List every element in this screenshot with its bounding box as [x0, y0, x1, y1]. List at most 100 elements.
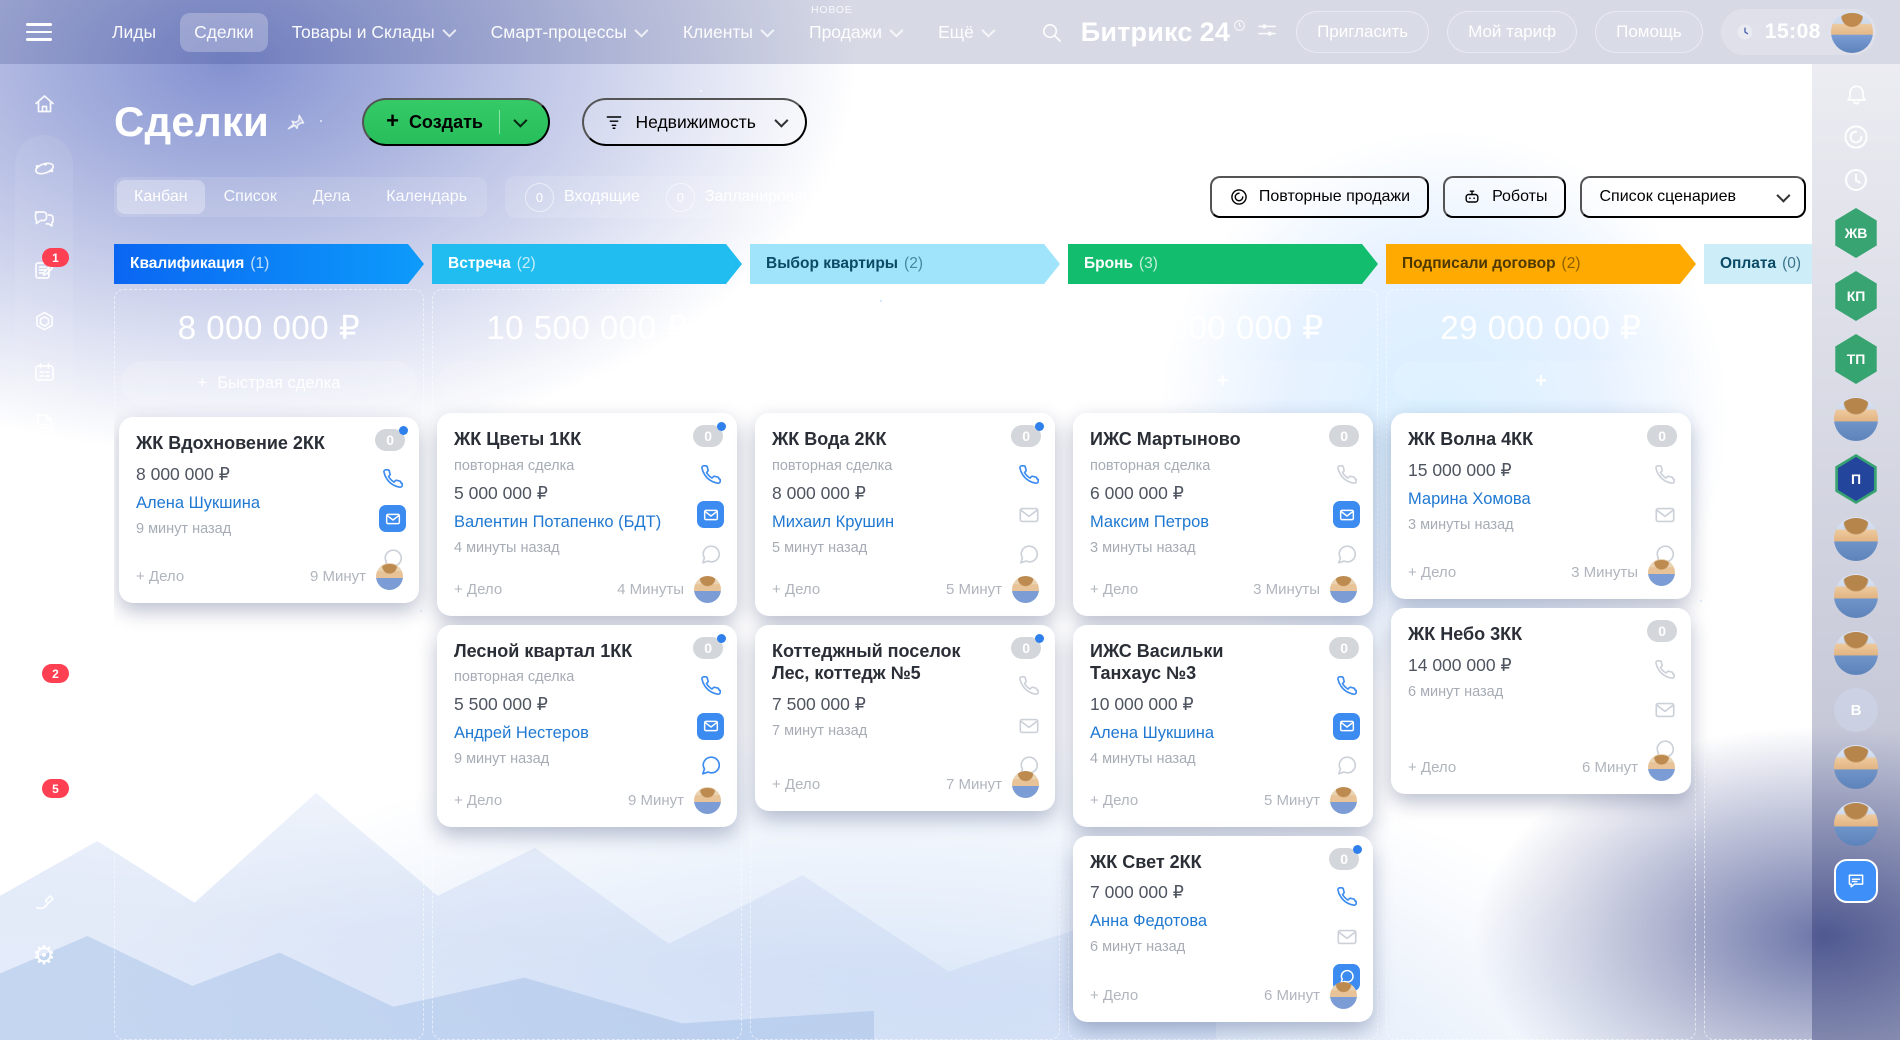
deal-contact-link[interactable]: Алена Шукшина: [136, 494, 363, 513]
deal-contact-link[interactable]: Алена Шукшина: [1090, 724, 1317, 743]
sidebar-item-sites[interactable]: [15, 296, 73, 347]
deal-title[interactable]: ЖК Волна 4КК: [1408, 428, 1635, 451]
nav-clients[interactable]: Клиенты: [669, 13, 785, 52]
pin-icon[interactable]: [283, 109, 309, 135]
search-icon[interactable]: [1040, 21, 1063, 44]
messenger-spiral-icon[interactable]: [1841, 122, 1871, 152]
sidebar-item-drive[interactable]: [15, 500, 73, 551]
tab-list[interactable]: Список: [207, 180, 294, 214]
responsible-avatar[interactable]: [1012, 771, 1039, 798]
user-avatar[interactable]: [1834, 631, 1878, 675]
filter-chip[interactable]: Сделки в работе: [843, 102, 1027, 142]
mail-icon[interactable]: [1015, 501, 1042, 528]
remove-filter-icon[interactable]: [998, 116, 1011, 129]
add-deal-button[interactable]: +: [1075, 361, 1371, 401]
nav-smart-processes[interactable]: Смарт-процессы: [477, 13, 659, 52]
phone-icon[interactable]: [1015, 461, 1042, 488]
phone-icon[interactable]: [379, 465, 406, 492]
user-hexagon-kp[interactable]: КП: [1833, 271, 1879, 321]
notifications-bell-icon[interactable]: [1843, 82, 1870, 109]
deal-card[interactable]: 0 ЖК Небо 3КК 14 000 000 ₽ 6 минут назад…: [1391, 608, 1691, 794]
chat-widget-icon[interactable]: [1834, 859, 1878, 903]
deal-card[interactable]: 0 ИЖС Мартыново повторная сделка 6 000 0…: [1073, 413, 1373, 616]
deal-title[interactable]: ЖК Цветы 1КК: [454, 428, 681, 451]
user-avatar[interactable]: [1834, 574, 1878, 618]
mail-icon[interactable]: [697, 501, 724, 528]
deal-title[interactable]: Лесной квартал 1КК: [454, 640, 681, 663]
worktime-widget[interactable]: 15:08: [1721, 9, 1876, 55]
column-header[interactable]: Встреча (2): [432, 244, 742, 284]
user-hexagon-zhv[interactable]: ЖВ: [1833, 208, 1879, 258]
phone-icon[interactable]: [697, 461, 724, 488]
responsible-avatar[interactable]: [1012, 576, 1039, 603]
sidebar-item-pulse[interactable]: [15, 143, 73, 194]
mail-icon[interactable]: [379, 505, 406, 532]
chat-icon[interactable]: [1333, 753, 1360, 780]
add-deal-button[interactable]: +: [439, 361, 735, 401]
sidebar-item-tasks[interactable]: 2: [15, 661, 73, 712]
funnel-selector-button[interactable]: Недвижимость: [582, 98, 806, 146]
deal-title[interactable]: ИЖС Васильки Танхаус №3: [1090, 640, 1317, 685]
add-activity-button[interactable]: + Дело: [1090, 987, 1138, 1004]
invite-button[interactable]: Пригласить: [1296, 11, 1429, 53]
deal-title[interactable]: ЖК Свет 2КК: [1090, 851, 1317, 874]
sidebar-item-messenger[interactable]: [15, 194, 73, 245]
scenarios-button[interactable]: Список сценариев: [1580, 176, 1806, 218]
board-settings-button[interactable]: ⚙: [1760, 98, 1806, 144]
mail-icon[interactable]: [697, 713, 724, 740]
mail-icon[interactable]: [1651, 696, 1678, 723]
sliders-icon[interactable]: [1256, 21, 1278, 39]
user-hexagon-tp[interactable]: ТП: [1833, 334, 1879, 384]
phone-icon[interactable]: [1015, 673, 1042, 700]
deal-card[interactable]: 0 ЖК Вдохновение 2КК 8 000 000 ₽ Алена Ш…: [119, 417, 419, 603]
add-activity-button[interactable]: + Дело: [1090, 581, 1138, 598]
user-avatar[interactable]: [1834, 802, 1878, 846]
deal-card[interactable]: 0 Лесной квартал 1КК повторная сделка 5 …: [437, 625, 737, 828]
responsible-avatar[interactable]: [694, 576, 721, 603]
deal-card[interactable]: 0 ЖК Волна 4КК 15 000 000 ₽ Марина Хомов…: [1391, 413, 1691, 599]
add-activity-button[interactable]: + Дело: [1408, 564, 1456, 581]
add-activity-button[interactable]: + Дело: [454, 581, 502, 598]
my-plan-button[interactable]: Мой тариф: [1447, 11, 1577, 53]
user-hexagon-p[interactable]: П: [1833, 454, 1879, 504]
column-header[interactable]: Оплата (0): [1704, 244, 1812, 284]
nav-deals[interactable]: Сделки: [180, 13, 268, 52]
user-circle-v[interactable]: В: [1834, 688, 1878, 732]
user-avatar[interactable]: [1834, 517, 1878, 561]
mail-icon[interactable]: [1333, 501, 1360, 528]
chat-icon[interactable]: [697, 541, 724, 568]
column-header[interactable]: Выбор квартиры (2): [750, 244, 1060, 284]
chat-icon[interactable]: [697, 753, 724, 780]
sidebar-item-processes[interactable]: 5: [15, 776, 73, 827]
deal-title[interactable]: ЖК Небо 3КК: [1408, 623, 1635, 646]
nav-more[interactable]: Ещё: [924, 13, 1006, 52]
phone-icon[interactable]: [1333, 673, 1360, 700]
deal-title[interactable]: Коттеджный поселок Лес, коттедж №5: [772, 640, 999, 685]
deal-title[interactable]: ИЖС Мартыново: [1090, 428, 1317, 451]
tab-calendar[interactable]: Календарь: [369, 180, 484, 214]
sidebar-item-home[interactable]: [15, 78, 73, 129]
chat-icon[interactable]: [1015, 541, 1042, 568]
deal-title[interactable]: ЖК Вдохновение 2КК: [136, 432, 363, 455]
responsible-avatar[interactable]: [1648, 559, 1675, 586]
deal-contact-link[interactable]: Андрей Нестеров: [454, 724, 681, 743]
responsible-avatar[interactable]: [1330, 982, 1357, 1009]
column-header[interactable]: Бронь (3): [1068, 244, 1378, 284]
counter-planned[interactable]: 0 Запланированные: [666, 183, 841, 212]
add-deal-button[interactable]: +: [757, 361, 1053, 401]
phone-icon[interactable]: [1651, 461, 1678, 488]
nav-leads[interactable]: Лиды: [98, 13, 170, 52]
mail-icon[interactable]: [1333, 924, 1360, 951]
search-input[interactable]: + поиск: [1039, 113, 1301, 132]
responsible-avatar[interactable]: [1648, 754, 1675, 781]
deal-contact-link[interactable]: Максим Петров: [1090, 513, 1317, 532]
add-activity-button[interactable]: + Дело: [1090, 792, 1138, 809]
column-header[interactable]: Квалификация (1): [114, 244, 424, 284]
create-deal-button[interactable]: + Создать: [362, 98, 550, 146]
deal-card[interactable]: 0 ЖК Свет 2КК 7 000 000 ₽ Анна Федотова …: [1073, 836, 1373, 1022]
phone-icon[interactable]: [1651, 656, 1678, 683]
deal-card[interactable]: 0 ЖК Цветы 1КК повторная сделка 5 000 00…: [437, 413, 737, 616]
repeat-sales-button[interactable]: Повторные продажи: [1210, 176, 1429, 218]
sidebar-item-sign[interactable]: [15, 878, 73, 929]
search-icon[interactable]: [1313, 112, 1333, 132]
